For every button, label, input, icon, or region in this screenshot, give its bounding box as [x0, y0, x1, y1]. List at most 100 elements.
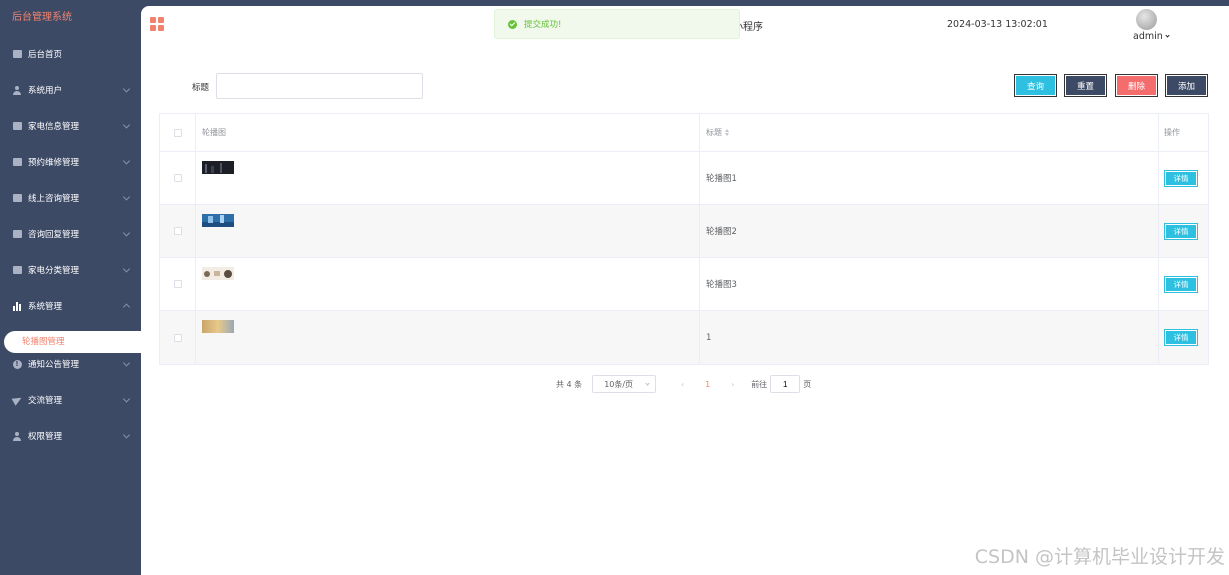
detail-button[interactable]: 详情 — [1164, 329, 1198, 346]
sidebar-item-permissions[interactable]: 权限管理 — [0, 418, 141, 454]
avatar[interactable] — [1136, 9, 1157, 30]
sidebar-item-system-management[interactable]: 系统管理 — [0, 288, 141, 324]
send-icon — [11, 394, 23, 406]
row-checkbox[interactable] — [173, 333, 182, 342]
add-button[interactable]: 添加 — [1165, 74, 1208, 97]
delete-button[interactable]: 删除 — [1115, 74, 1158, 97]
page-number[interactable]: 1 — [695, 380, 720, 389]
detail-button[interactable]: 详情 — [1164, 222, 1198, 240]
check-circle-icon — [508, 19, 517, 29]
box-icon — [12, 265, 22, 275]
next-page-button[interactable]: › — [720, 380, 745, 389]
table-row: 轮播图2 详情 — [160, 205, 1208, 258]
main-panel: 小程序 2024-03-13 13:02:01 admin 提交成功! 标题 查… — [141, 6, 1229, 575]
sidebar-item-online-consult[interactable]: 线上咨询管理 — [0, 180, 141, 216]
detail-button[interactable]: 详情 — [1164, 169, 1198, 187]
column-header-operation: 操作 — [1164, 128, 1180, 137]
watermark: CSDN @计算机毕业设计开发 — [974, 546, 1225, 568]
detail-button[interactable]: 详情 — [1164, 275, 1198, 293]
chevron-down-icon — [122, 193, 131, 201]
sidebar-item-label: 咨询回复管理 — [28, 230, 80, 240]
sidebar-item-label: 系统用户 — [28, 86, 63, 96]
sidebar-item-label: 家电信息管理 — [28, 122, 80, 132]
goto-label: 前往 — [751, 379, 768, 389]
sidebar-item-repair-booking[interactable]: 预约维修管理 — [0, 144, 141, 180]
select-all-checkbox[interactable] — [173, 128, 182, 137]
sidebar-item-label: 家电分类管理 — [28, 266, 80, 276]
sidebar-item-consult-reply[interactable]: 咨询回复管理 — [0, 216, 141, 252]
user-menu[interactable]: admin — [1133, 31, 1170, 42]
sidebar-subitem-carousel[interactable]: 轮播图管理 — [4, 331, 141, 353]
sidebar-item-home[interactable]: 后台首页 — [0, 36, 141, 72]
info-icon: ! — [12, 359, 22, 369]
row-title: 轮播图1 — [700, 152, 1159, 204]
box-icon — [12, 121, 22, 131]
chevron-down-icon — [122, 157, 131, 165]
carousel-table: 轮播图 标题 操作 轮播图1 详情 轮播图2 详情 轮播图3 详情 1 详情 — [159, 113, 1209, 365]
monitor-icon — [12, 49, 22, 59]
goto-page-input[interactable] — [770, 375, 801, 393]
grid-menu-icon[interactable] — [150, 17, 164, 31]
row-title: 1 — [700, 311, 1159, 364]
carousel-thumbnail — [202, 161, 234, 174]
sidebar-item-exchange[interactable]: 交流管理 — [0, 382, 141, 418]
query-button[interactable]: 查询 — [1014, 74, 1057, 97]
page-suffix: 页 — [803, 379, 812, 389]
chevron-down-icon — [122, 431, 131, 439]
chevron-down-icon — [122, 85, 131, 93]
chevron-up-icon — [122, 303, 131, 311]
chevron-down-icon — [122, 229, 131, 237]
sidebar-item-label: 交流管理 — [28, 396, 63, 406]
chevron-down-icon — [122, 265, 131, 273]
chevron-down-icon — [122, 121, 131, 129]
row-checkbox[interactable] — [173, 280, 182, 288]
user-icon — [12, 85, 22, 95]
table-row: 轮播图1 详情 — [160, 152, 1208, 205]
sort-icon[interactable] — [725, 129, 729, 136]
sidebar-item-label: 线上咨询管理 — [28, 194, 80, 204]
column-header-image: 轮播图 — [196, 114, 700, 151]
search-input[interactable] — [216, 73, 423, 99]
toast-message: 提交成功! — [524, 20, 562, 30]
column-header-title[interactable]: 标题 — [700, 114, 1159, 151]
row-checkbox[interactable] — [173, 174, 182, 182]
chevron-down-icon — [122, 359, 131, 367]
prev-page-button[interactable]: ‹ — [670, 380, 695, 389]
chevron-down-icon — [645, 381, 650, 386]
page-size-select[interactable]: 10条/页 — [592, 375, 657, 393]
carousel-thumbnail — [202, 320, 234, 333]
success-toast: 提交成功! — [494, 9, 740, 39]
sidebar-item-label: 后台首页 — [28, 50, 63, 60]
sidebar-item-appliance-category[interactable]: 家电分类管理 — [0, 252, 141, 288]
bar-chart-icon — [12, 301, 22, 311]
pagination: 共 4 条 10条/页 ‹ 1 › 前往 页 — [556, 375, 811, 393]
sidebar-item-label: 通知公告管理 — [28, 360, 80, 370]
app-brand: 后台管理系统 — [12, 12, 72, 23]
page-size-value: 10条/页 — [604, 379, 634, 389]
pagination-total: 共 4 条 — [556, 379, 583, 389]
chevron-down-icon — [1165, 33, 1170, 38]
carousel-thumbnail — [202, 214, 234, 227]
row-checkbox[interactable] — [173, 227, 182, 235]
chevron-down-icon — [122, 395, 131, 403]
box-icon — [12, 229, 22, 239]
table-header: 轮播图 标题 操作 — [160, 114, 1208, 152]
carousel-thumbnail — [202, 267, 234, 280]
current-datetime: 2024-03-13 13:02:01 — [947, 19, 1048, 30]
sidebar-item-appliance-info[interactable]: 家电信息管理 — [0, 108, 141, 144]
table-row: 轮播图3 详情 — [160, 258, 1208, 311]
table-row: 1 详情 — [160, 311, 1208, 364]
search-label: 标题 — [192, 83, 210, 93]
reset-button[interactable]: 重置 — [1064, 74, 1107, 97]
sidebar: 后台管理系统 后台首页 系统用户 家电信息管理 预约维修管理 线上咨询管理 咨询… — [0, 0, 141, 575]
user-icon — [12, 431, 22, 441]
row-title: 轮播图2 — [700, 205, 1159, 257]
column-header-title-label: 标题 — [706, 128, 722, 137]
sidebar-item-system-users[interactable]: 系统用户 — [0, 72, 141, 108]
sidebar-item-label: 系统管理 — [28, 302, 63, 312]
sidebar-item-label: 预约维修管理 — [28, 158, 80, 168]
username: admin — [1133, 31, 1163, 42]
row-title: 轮播图3 — [700, 258, 1159, 310]
sidebar-item-label: 权限管理 — [28, 432, 63, 442]
box-icon — [12, 193, 22, 203]
